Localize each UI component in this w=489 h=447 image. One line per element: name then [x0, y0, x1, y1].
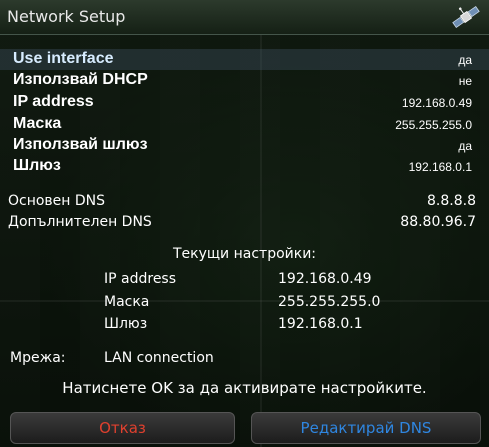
setting-value: не — [458, 74, 472, 88]
dns-row-primary[interactable]: Основен DNS 8.8.8.8 — [0, 192, 489, 212]
dns-value: 88.80.96.7 — [400, 214, 476, 230]
satellite-icon — [452, 5, 480, 29]
setting-label: Използвай шлюз — [13, 136, 148, 153]
current-settings-title: Текущи настройки: — [172, 246, 317, 262]
dns-label: Основен DNS — [8, 193, 106, 209]
current-gateway-label: Шлюз — [104, 316, 148, 332]
current-mask-value: 255.255.255.0 — [278, 294, 381, 310]
cancel-button[interactable]: Отказ — [10, 412, 235, 444]
setting-value: да — [458, 139, 472, 153]
cancel-button-label: Отказ — [99, 419, 146, 437]
setting-value: 192.168.0.49 — [401, 96, 472, 110]
network-value: LAN connection — [104, 350, 214, 366]
setting-row-gateway[interactable]: Шлюз 192.168.0.1 — [0, 156, 489, 177]
window-title: Network Setup — [7, 7, 126, 26]
setting-label: Шлюз — [13, 157, 61, 174]
setting-row-use-interface[interactable]: Use interface да — [0, 49, 489, 70]
hint-text: Натиснете OK за да активирате настройкит… — [62, 379, 427, 397]
current-gateway-value: 192.168.0.1 — [278, 316, 363, 332]
setting-label: Маска — [13, 115, 62, 132]
setting-row-dhcp[interactable]: Използвай DHCP не — [0, 70, 489, 91]
dns-value: 8.8.8.8 — [427, 193, 476, 209]
setting-label: Use interface — [13, 50, 114, 67]
setting-row-ip-address[interactable]: IP address 192.168.0.49 — [0, 92, 489, 113]
edit-dns-button[interactable]: Редактирай DNS — [251, 412, 481, 444]
setting-label: Използвай DHCP — [13, 71, 148, 88]
network-label: Мрежа: — [10, 350, 66, 366]
current-mask-label: Маска — [104, 294, 150, 310]
dns-label: Допълнителен DNS — [8, 214, 152, 230]
setting-label: IP address — [13, 93, 94, 110]
setting-row-use-gateway[interactable]: Използвай шлюз да — [0, 135, 489, 156]
setting-value: 255.255.255.0 — [395, 118, 472, 132]
setting-row-mask[interactable]: Маска 255.255.255.0 — [0, 114, 489, 135]
current-ip-label: IP address — [104, 271, 177, 287]
setting-value: 192.168.0.1 — [408, 160, 472, 174]
current-ip-value: 192.168.0.49 — [278, 271, 372, 287]
edit-dns-button-label: Редактирай DNS — [300, 419, 432, 437]
setting-value: да — [458, 53, 472, 67]
dns-row-secondary[interactable]: Допълнителен DNS 88.80.96.7 — [0, 213, 489, 233]
title-bar: Network Setup — [0, 0, 489, 35]
